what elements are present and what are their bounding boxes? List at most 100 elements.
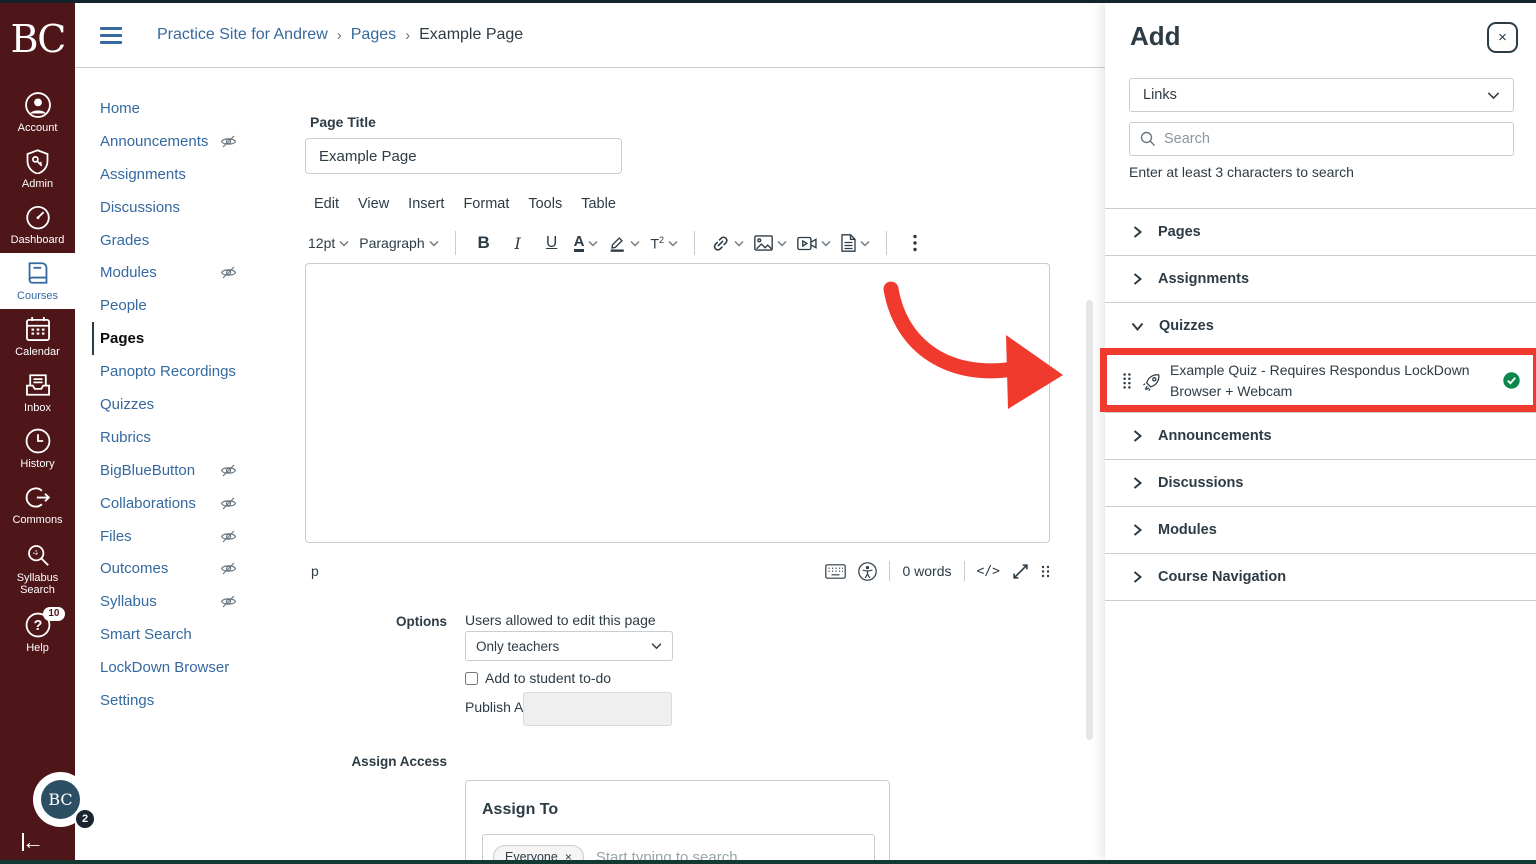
collapse-nav-button[interactable]: ← (22, 832, 44, 852)
global-nav-history[interactable]: History (0, 421, 75, 477)
highlighter-dropdown[interactable] (608, 234, 640, 252)
section-quizzes[interactable]: Quizzes (1105, 302, 1536, 349)
course-nav-grades[interactable]: Grades (100, 224, 300, 257)
course-nav-collaborations[interactable]: Collaborations (100, 487, 300, 520)
chevron-down-icon (651, 642, 662, 650)
global-nav-inbox[interactable]: Inbox (0, 365, 75, 421)
global-nav-calendar[interactable]: Calendar (0, 309, 75, 365)
section-assignments[interactable]: Assignments (1105, 255, 1536, 302)
course-nav-smart-search[interactable]: Smart Search (100, 618, 300, 651)
resize-editor-icon[interactable] (1012, 563, 1029, 580)
menu-view[interactable]: View (358, 196, 389, 212)
media-dropdown[interactable] (797, 236, 831, 251)
editor-toolbar: 12pt Paragraph B I U A T2 (308, 225, 927, 261)
section-course-navigation[interactable]: Course Navigation (1105, 553, 1536, 600)
section-label: Course Navigation (1158, 569, 1286, 585)
course-nav-people[interactable]: People (100, 289, 300, 322)
global-nav-label: Inbox (24, 402, 51, 414)
drag-resize-handle-icon[interactable] (1041, 565, 1050, 578)
keyboard-shortcuts-icon[interactable] (825, 564, 846, 579)
more-options-kebab-icon[interactable] (903, 230, 927, 256)
content-type-select[interactable]: Links (1129, 78, 1514, 112)
section-announcements[interactable]: Announcements (1105, 412, 1536, 459)
content-accordion: Pages Assignments Quizzes Example Quiz -… (1105, 208, 1536, 601)
italic-button[interactable]: I (506, 230, 530, 256)
course-nav-assignments[interactable]: Assignments (100, 158, 300, 191)
edit-permission-value: Only teachers (476, 639, 559, 654)
breadcrumb-course-link[interactable]: Practice Site for Andrew (157, 26, 328, 44)
course-nav-label: BigBlueButton (100, 462, 195, 479)
course-nav-bigbluebutton[interactable]: BigBlueButton (100, 454, 300, 487)
global-nav-dashboard[interactable]: Dashboard (0, 197, 75, 253)
course-nav-label: Syllabus (100, 593, 157, 610)
course-nav-syllabus[interactable]: Syllabus (100, 585, 300, 618)
chevron-right-icon (1130, 523, 1144, 537)
course-nav-modules[interactable]: Modules (100, 256, 300, 289)
global-nav-help[interactable]: ? 10 Help (0, 605, 75, 661)
element-path[interactable]: p (311, 563, 319, 579)
statusbar-divider (964, 561, 965, 581)
course-nav-discussions[interactable]: Discussions (100, 191, 300, 224)
section-modules[interactable]: Modules (1105, 506, 1536, 553)
chevron-down-icon (860, 240, 870, 247)
assign-to-title: Assign To (482, 801, 873, 819)
course-nav-pages[interactable]: Pages (92, 322, 300, 355)
course-nav-announcements[interactable]: Announcements (100, 125, 300, 158)
section-discussions[interactable]: Discussions (1105, 459, 1536, 506)
document-icon (841, 234, 856, 252)
image-dropdown[interactable] (754, 235, 787, 251)
course-nav-home[interactable]: Home (100, 92, 300, 125)
document-dropdown[interactable] (841, 234, 870, 252)
course-nav-label: Modules (100, 264, 157, 281)
course-nav-outcomes[interactable]: Outcomes (100, 552, 300, 585)
section-pages[interactable]: Pages (1105, 208, 1536, 255)
hidden-eye-icon (220, 528, 237, 545)
assign-access-card: Assign To Everyone × (465, 780, 890, 864)
menu-format[interactable]: Format (463, 196, 509, 212)
page-title-input[interactable] (305, 138, 622, 174)
menu-table[interactable]: Table (581, 196, 616, 212)
breadcrumb-pages-link[interactable]: Pages (351, 26, 396, 44)
course-nav-quizzes[interactable]: Quizzes (100, 388, 300, 421)
accessibility-checker-icon[interactable] (858, 562, 877, 581)
hamburger-menu-icon[interactable] (100, 27, 122, 44)
breadcrumb-separator: › (337, 27, 342, 44)
video-media-icon (797, 236, 817, 251)
course-nav-rubrics[interactable]: Rubrics (100, 421, 300, 454)
close-tray-button[interactable]: × (1487, 22, 1518, 53)
global-nav-account[interactable]: Account (0, 85, 75, 141)
course-nav-files[interactable]: Files (100, 520, 300, 553)
course-nav-panopto[interactable]: Panopto Recordings (100, 355, 300, 388)
underline-button[interactable]: U (540, 230, 564, 256)
main-scrollbar-thumb[interactable] (1086, 300, 1093, 740)
global-nav-admin[interactable]: Admin (0, 141, 75, 197)
hidden-eye-icon (220, 264, 237, 281)
user-avatar[interactable]: BC 2 (33, 772, 88, 827)
quiz-link-item[interactable]: Example Quiz - Requires Respondus LockDo… (1105, 349, 1536, 412)
global-nav-commons[interactable]: Commons (0, 477, 75, 533)
drag-handle-icon[interactable] (1122, 372, 1132, 390)
tray-search-box (1129, 122, 1514, 156)
global-nav-syllabus-search[interactable]: Syllabus Search (0, 533, 75, 605)
rich-text-editor-body[interactable] (305, 263, 1050, 543)
menu-tools[interactable]: Tools (528, 196, 562, 212)
course-nav-lockdown-browser[interactable]: LockDown Browser (100, 651, 300, 684)
publish-at-input[interactable] (523, 692, 672, 726)
global-nav-label: History (20, 458, 54, 470)
link-dropdown[interactable] (711, 234, 744, 253)
brand-logo[interactable]: BC (0, 3, 75, 75)
student-todo-checkbox[interactable] (465, 672, 478, 685)
course-nav-settings[interactable]: Settings (100, 684, 300, 717)
paragraph-style-dropdown[interactable]: Paragraph (359, 235, 438, 251)
bold-button[interactable]: B (472, 230, 496, 256)
html-editor-button[interactable]: </> (977, 564, 1000, 579)
menu-insert[interactable]: Insert (408, 196, 444, 212)
font-size-dropdown[interactable]: 12pt (308, 235, 349, 251)
superscript-dropdown[interactable]: T2 (650, 235, 678, 252)
assign-access-section-label: Assign Access (300, 754, 447, 769)
tray-search-input[interactable] (1164, 131, 1503, 147)
edit-permission-select[interactable]: Only teachers (465, 631, 673, 661)
text-color-dropdown[interactable]: A (574, 234, 599, 252)
global-nav-courses[interactable]: Courses (0, 253, 75, 309)
menu-edit[interactable]: Edit (314, 196, 339, 212)
